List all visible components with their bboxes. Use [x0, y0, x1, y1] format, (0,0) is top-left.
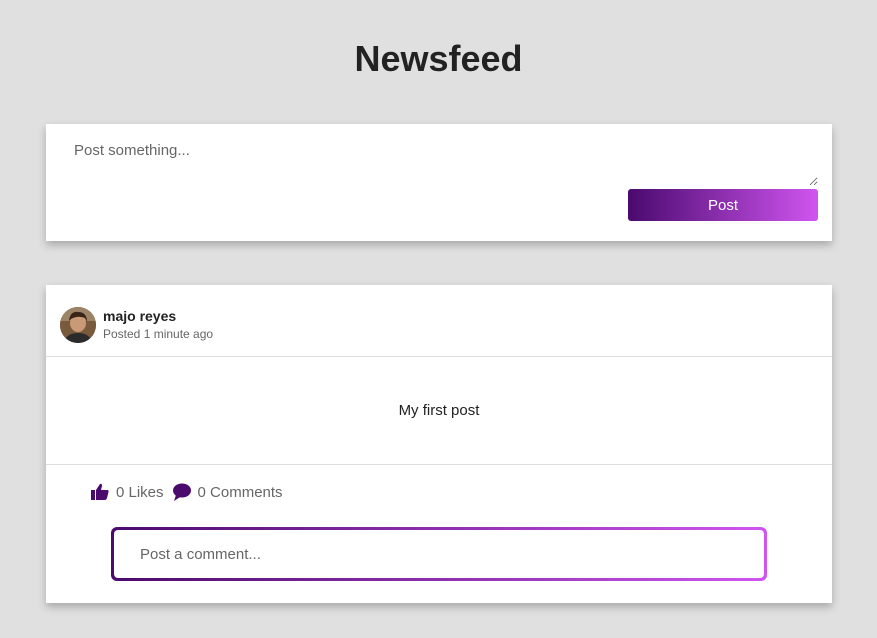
post-timestamp: Posted 1 minute ago [103, 327, 214, 341]
comment-box [111, 527, 767, 581]
speech-bubble-icon [172, 482, 192, 502]
post-composer: Post [46, 124, 832, 241]
comment-count: 0 Comments [197, 483, 283, 501]
comment-button[interactable]: 0 Comments [172, 482, 283, 502]
post-actions: 0 Likes 0 Comments [90, 479, 283, 505]
thumbs-up-icon [90, 482, 110, 502]
like-count: 0 Likes [116, 483, 164, 501]
page-title: Newsfeed [354, 38, 523, 79]
comment-input[interactable] [114, 530, 764, 578]
avatar-image [60, 307, 96, 343]
like-button[interactable]: 0 Likes [90, 482, 164, 502]
post-text: My first post [398, 402, 480, 419]
post-input[interactable] [60, 134, 818, 186]
post-content: My first post [46, 357, 832, 465]
avatar[interactable] [60, 307, 96, 343]
author-name[interactable]: majo reyes [103, 308, 176, 324]
post-card: majo reyes Posted 1 minute ago My first … [46, 285, 832, 603]
post-header: majo reyes Posted 1 minute ago [46, 285, 832, 357]
post-button[interactable]: Post [628, 189, 818, 221]
